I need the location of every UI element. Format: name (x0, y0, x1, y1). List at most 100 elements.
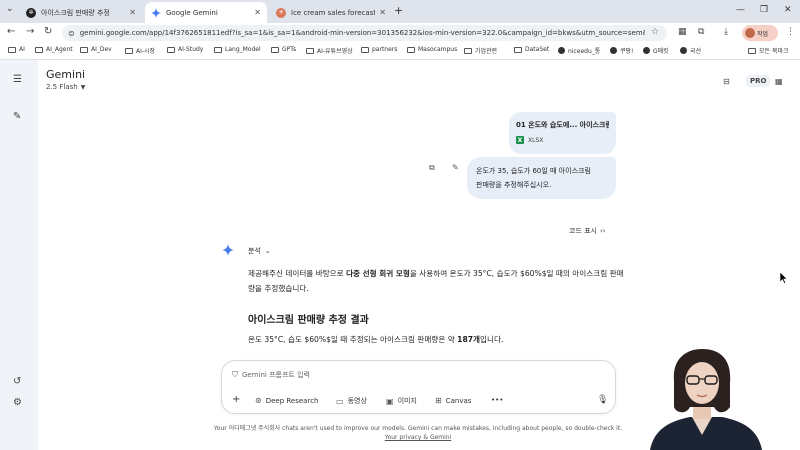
tool-image[interactable]: ▣ 이미지 (386, 396, 417, 406)
user-query-bubble: 온도가 35, 습도가 60일 때 아이스크림 판매량을 추정해주십시오. (467, 157, 616, 199)
show-code-button[interactable]: 코드 표시 ‹› (569, 226, 606, 236)
forward-icon[interactable]: → (26, 26, 34, 37)
model-selector[interactable]: 2.5 Flash ▼ (46, 83, 85, 91)
folder-icon (35, 46, 43, 53)
bookmark-item[interactable]: AI_Dev (80, 46, 112, 53)
address-bar[interactable]: ⊜ gemini.google.com/app/14f3762651811edf… (62, 25, 667, 41)
video-icon: ▭ (336, 396, 344, 406)
tool-label: Canvas (445, 396, 472, 405)
folder-icon (748, 47, 756, 54)
bookmark-item[interactable]: G메킷 (643, 46, 669, 55)
tool-label: 동영상 (347, 397, 367, 405)
maximize-icon[interactable]: ❐ (760, 5, 768, 15)
folder-icon (167, 46, 175, 53)
bookmark-item[interactable]: 기업관련 (464, 46, 497, 55)
bookmark-item[interactable]: GPTs (271, 46, 296, 53)
shield-icon: ⛉ (232, 370, 238, 379)
bookmark-label: DataSet (525, 46, 550, 53)
browser-toolbar: ← → ↻ ⊜ gemini.google.com/app/14f3762651… (0, 23, 800, 43)
site-info-icon[interactable]: ⊜ (68, 29, 75, 38)
tool-canvas[interactable]: ⊞ Canvas (435, 396, 471, 405)
prompt-input[interactable]: ⛉ Gemini 프롬프트 입력 (232, 370, 310, 380)
file-type-row: X XLSX (516, 136, 609, 144)
caret-down-icon: ▼ (80, 83, 86, 91)
bookmark-label: niceedu_통 (568, 48, 601, 55)
more-icon[interactable]: ••• (491, 396, 503, 404)
bookmark-item[interactable]: 모든 북마크 (748, 46, 789, 55)
extensions-icon[interactable]: ⧉ (698, 27, 704, 37)
mouse-cursor-icon (780, 272, 788, 284)
prompt-composer: ⛉ Gemini 프롬프트 입력 + ⊛ Deep Research ▭ 동영상… (221, 360, 616, 414)
deep-research-icon: ⊛ (255, 396, 262, 405)
new-tab-button[interactable]: + (394, 4, 403, 17)
bookmark-label: 국선 (690, 48, 702, 55)
menu-icon[interactable]: ☰ (13, 74, 22, 85)
extension-grid-icon[interactable]: ▦ (678, 27, 687, 37)
reload-icon[interactable]: ↻ (44, 26, 52, 37)
bookmark-item[interactable]: DataSet (514, 46, 549, 53)
file-attachment[interactable]: 01 온도와 습도에... 아이스크림 판 X XLSX (509, 112, 616, 154)
tab-icecream[interactable]: ✲ 아이스크림 판매량 추정 ✕ (20, 2, 142, 23)
privacy-link[interactable]: Your privacy & Gemini (385, 434, 452, 441)
prompt-placeholder: Gemini 프롬프트 입력 (242, 371, 310, 379)
edit-icon[interactable]: ✎ (452, 163, 459, 172)
pro-badge[interactable]: PRO (746, 75, 771, 87)
settings-icon[interactable]: ⚙ (13, 397, 22, 408)
response-bold: 다중 선형 회귀 모형 (346, 269, 410, 278)
share-icon[interactable]: ⊟ (723, 77, 730, 86)
close-icon[interactable]: ✕ (129, 8, 136, 17)
tab-label: 아이스크림 판매량 추정 (41, 8, 110, 17)
tab-gemini[interactable]: Google Gemini ✕ (145, 2, 267, 23)
bookmark-label: 쿠팡! (620, 48, 634, 55)
response-paragraph: 제공해주신 데이터를 바탕으로 다중 선형 회귀 모형을 사용하여 온도가 35… (248, 266, 628, 296)
tab-strip: ⌄ ✲ 아이스크림 판매량 추정 ✕ Google Gemini ✕ ✳ Ice… (0, 0, 800, 23)
close-icon[interactable]: ✕ (379, 8, 386, 17)
minimize-icon[interactable]: — (736, 5, 745, 15)
new-chat-icon[interactable]: ✎ (13, 111, 21, 122)
bookmark-item[interactable]: niceedu_통 (558, 46, 600, 55)
bookmark-item[interactable]: AI-Study (167, 46, 203, 53)
apps-grid-icon[interactable]: ▦ (775, 77, 783, 86)
window-close-icon[interactable]: ✕ (784, 5, 792, 15)
bookmarks-bar: AI AI_Agent AI_Dev AI-시장 AI-Study Lang_M… (0, 43, 800, 60)
chatgpt-icon: ✲ (26, 7, 36, 18)
bookmark-item[interactable]: partners (361, 46, 397, 53)
download-icon[interactable]: ⤓ (724, 27, 728, 37)
url-text: gemini.google.com/app/14f3762651811edf?i… (79, 29, 645, 37)
back-icon[interactable]: ← (7, 26, 15, 37)
analysis-label: 분석 (248, 247, 261, 255)
bookmark-item[interactable]: AI-유튜브영상 (306, 46, 353, 55)
globe-icon (643, 47, 650, 54)
add-icon[interactable]: + (232, 394, 240, 405)
tab-search-icon[interactable]: ⌄ (6, 4, 14, 14)
menu-kebab-icon[interactable]: ⋮ (786, 27, 795, 37)
activity-icon[interactable]: ↺ (13, 376, 21, 387)
bookmark-star-icon[interactable]: ☆ (651, 27, 659, 37)
bookmark-label: AI-Study (178, 46, 204, 53)
tool-deep-research[interactable]: ⊛ Deep Research (255, 396, 318, 405)
tool-video[interactable]: ▭ 동영상 (336, 396, 367, 406)
bookmark-item[interactable]: 국선 (680, 46, 701, 55)
chevron-down-icon: ⌄ (264, 247, 271, 255)
bookmark-item[interactable]: Lang_Model (214, 46, 261, 53)
bookmark-label: AI-유튜브영상 (317, 48, 353, 55)
bookmark-item[interactable]: 쿠팡! (610, 46, 633, 55)
file-name: 01 온도와 습도에... 아이스크림 판 (516, 121, 609, 129)
copy-icon[interactable]: ⧉ (429, 163, 435, 173)
close-icon[interactable]: ✕ (254, 8, 261, 17)
bookmark-item[interactable]: AI (8, 46, 25, 53)
analysis-toggle[interactable]: 분석 ⌄ (248, 246, 271, 256)
avatar (745, 28, 755, 38)
bookmark-label: GPTs (282, 46, 297, 53)
mic-icon[interactable]: 🎙 (597, 395, 608, 405)
bookmark-item[interactable]: Masocampus (407, 46, 457, 53)
gemini-sparkle-icon (222, 244, 234, 256)
gemini-icon (151, 7, 161, 18)
response-text: 제공해주신 데이터를 바탕으로 (248, 269, 347, 278)
bookmark-item[interactable]: AI_Agent (35, 46, 73, 53)
bookmark-item[interactable]: AI-시장 (125, 46, 155, 55)
folder-icon (271, 46, 279, 53)
tab-claude[interactable]: ✳ Ice cream sales forecast - Cla ✕ (270, 2, 392, 23)
profile-button[interactable]: 작업 (742, 25, 778, 41)
tab-label: Google Gemini (166, 8, 218, 17)
